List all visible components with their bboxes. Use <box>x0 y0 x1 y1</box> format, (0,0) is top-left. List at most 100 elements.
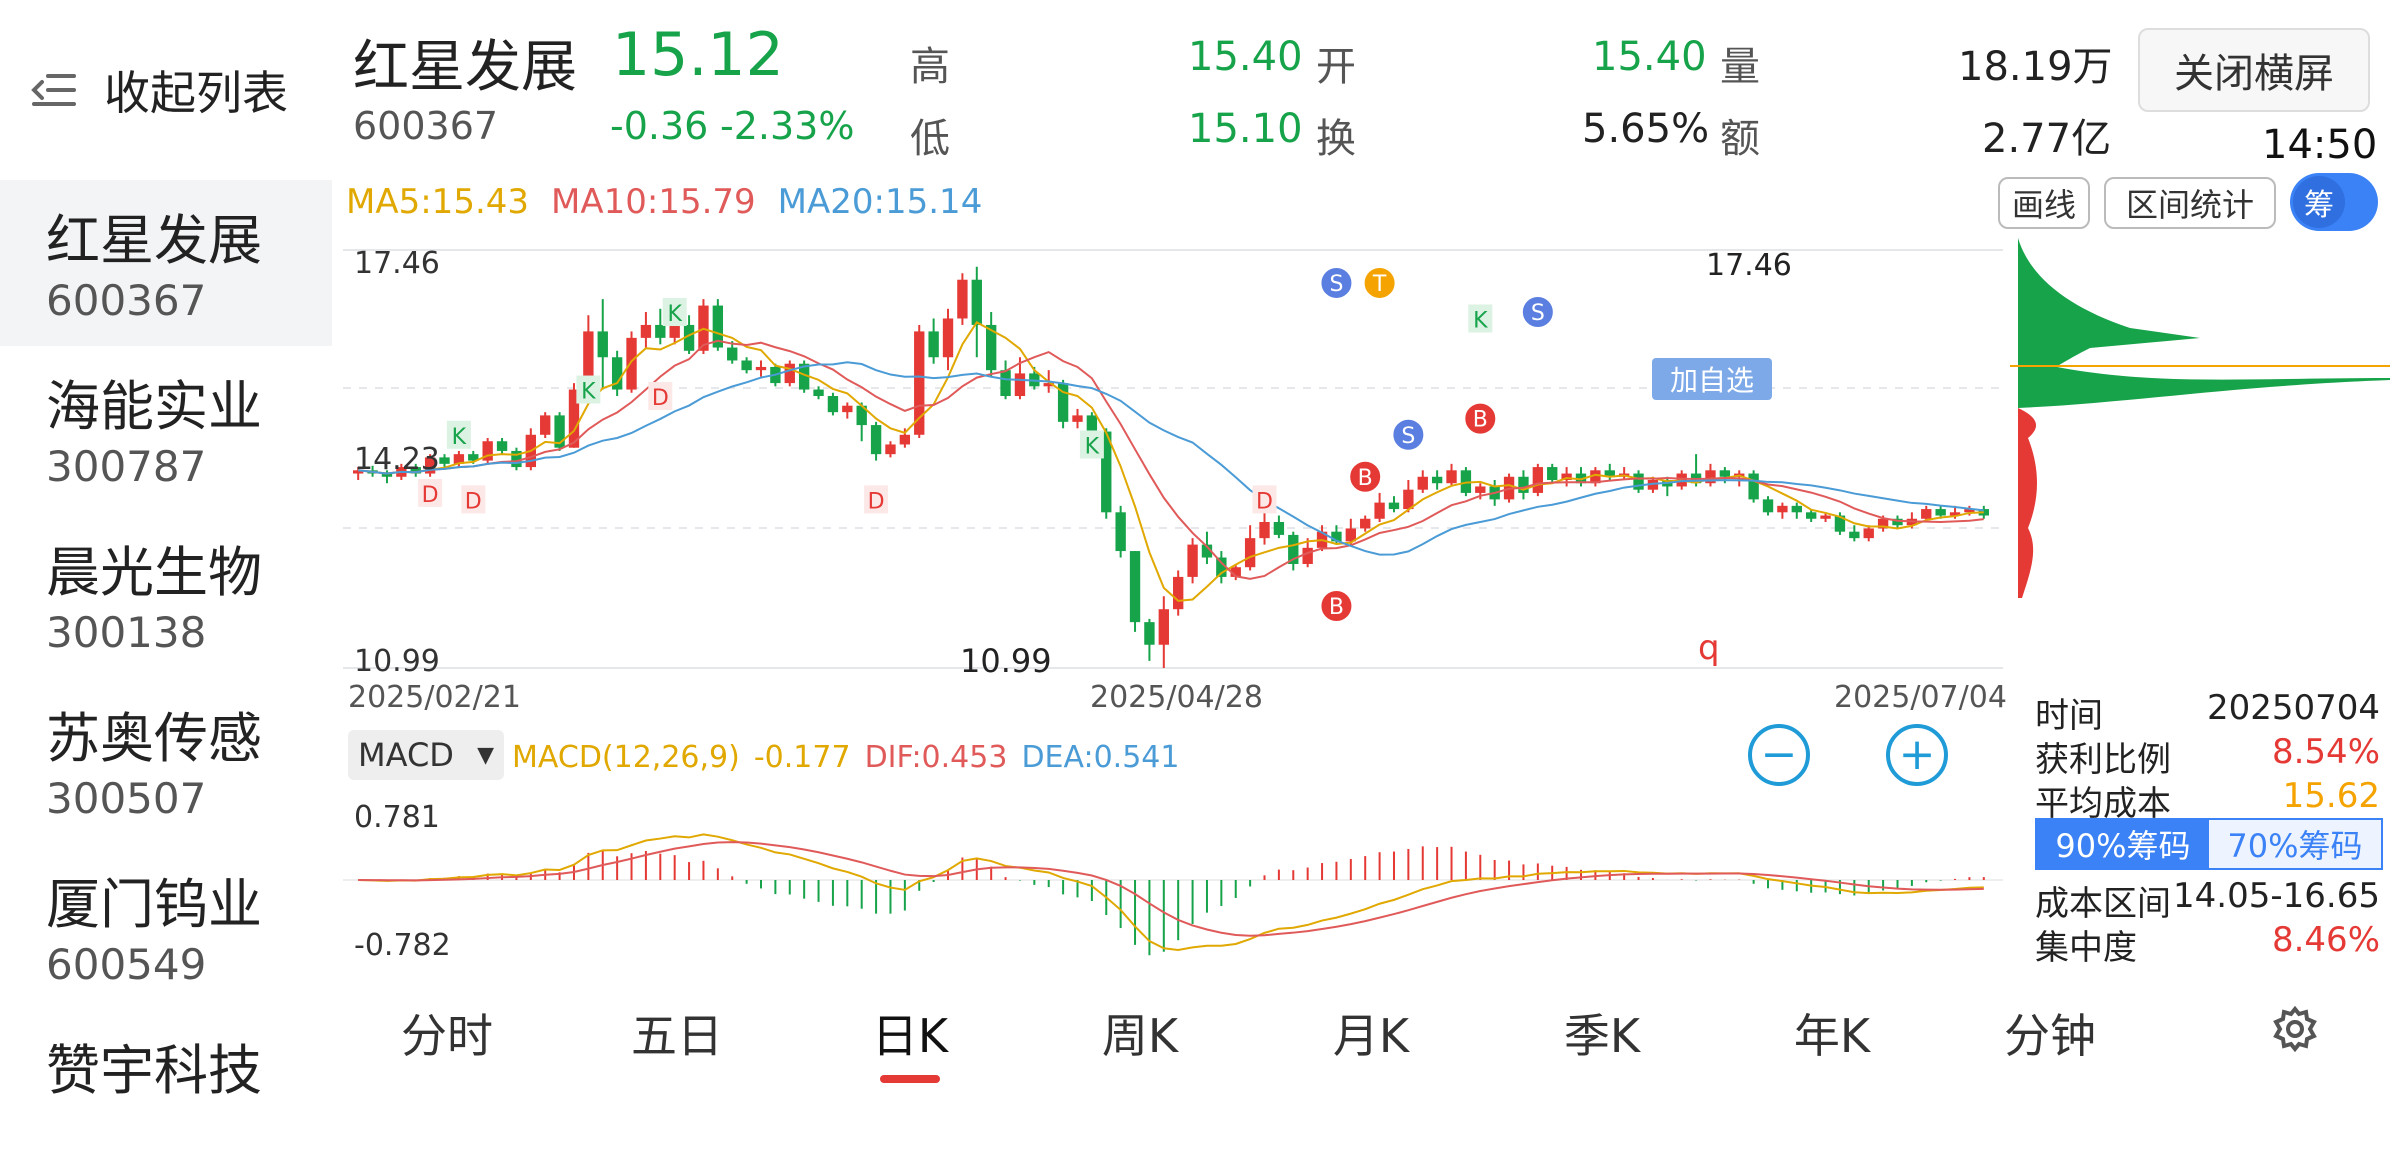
settings-gear-icon[interactable] <box>2272 1006 2318 1052</box>
chip-cost-range-label: 成本区间 <box>2035 884 2171 924</box>
signal-marker-label: D <box>868 489 885 514</box>
candle-body <box>1014 373 1026 397</box>
candle-body <box>1129 551 1141 623</box>
macd-legend: MACD(12,26,9) -0.177 DIF:0.453 DEA:0.541 <box>512 740 1179 775</box>
x-axis-date-end: 2025/07/04 <box>1834 680 2007 715</box>
stock-code: 600367 <box>353 104 499 148</box>
trade-marker-label: S <box>1531 301 1545 326</box>
tab-daily-k[interactable]: 日K <box>872 1000 948 1066</box>
y-axis-mid-label: 14.23 <box>354 442 440 477</box>
stock-code: 600549 <box>46 940 207 989</box>
trade-marker-label: B <box>1329 595 1344 620</box>
tab-quarterly-k[interactable]: 季K <box>1564 1000 1640 1066</box>
candle-body <box>870 425 882 455</box>
signal-marker-label: K <box>581 380 596 405</box>
stock-code: 600367 <box>46 276 207 325</box>
sidebar-stock-item[interactable]: 厦门钨业 600549 <box>0 844 332 1010</box>
y-axis-top-label: 17.46 <box>354 246 440 281</box>
chip-concentration-row: 集中度 8.46% <box>2035 920 2380 969</box>
stock-name: 红星发展 <box>46 209 262 272</box>
collapse-list-button[interactable]: 收起列表 <box>30 60 320 120</box>
indicator-select[interactable]: MACD ▼ <box>348 730 504 780</box>
volume-value: 18.19万 <box>1958 44 2113 90</box>
active-tab-indicator <box>880 1075 940 1083</box>
tab-five-day[interactable]: 五日 <box>631 1000 723 1066</box>
low-value: 15.10 <box>1188 106 1303 152</box>
candle-body <box>1777 505 1788 513</box>
candle-body <box>1547 467 1558 480</box>
chip-profit-area <box>2018 238 2390 408</box>
tab-minute[interactable]: 分钟 <box>2004 1000 2096 1066</box>
tab-monthly-k[interactable]: 月K <box>1333 1000 1409 1066</box>
candle-body <box>827 396 839 413</box>
macd-dif: DIF:0.453 <box>864 740 1008 775</box>
signal-marker-label: D <box>1256 489 1273 514</box>
candle-body <box>1115 512 1126 552</box>
stock-name: 苏奥传感 <box>46 707 262 770</box>
stock-code: 300507 <box>46 774 207 823</box>
turnover-value: 5.65% <box>1582 106 1710 152</box>
volume-label: 量 <box>1720 44 1760 90</box>
candle-body <box>928 331 939 358</box>
candle-body <box>899 434 911 445</box>
chip-time-label: 时间 <box>2035 696 2103 736</box>
ma10-value: MA10:15.79 <box>551 182 756 222</box>
sidebar-stock-item[interactable]: 赞宇科技 <box>0 1010 332 1176</box>
chip-profit-label: 获利比例 <box>2035 740 2171 780</box>
chip-concentration-label: 集中度 <box>2035 928 2137 968</box>
open-value: 15.40 <box>1592 34 1707 80</box>
sidebar-stock-item[interactable]: 红星发展 600367 <box>0 180 332 346</box>
ma5-value: MA5:15.43 <box>346 182 530 222</box>
open-label: 开 <box>1316 44 1356 90</box>
candle-body <box>784 363 795 384</box>
sidebar-stock-item[interactable]: 晨光生物 300138 <box>0 512 332 678</box>
y-axis-bottom-label: 10.99 <box>354 644 440 679</box>
tab-70-chips[interactable]: 70%筹码 <box>2209 820 2381 868</box>
chip-concentration-value: 8.46% <box>2271 920 2380 960</box>
candle-body <box>1187 544 1198 577</box>
candle-body <box>1820 515 1831 519</box>
candle-body <box>1446 470 1457 484</box>
draw-line-button[interactable]: 画线 <box>1998 177 2090 229</box>
macd-value: -0.177 <box>753 740 851 775</box>
candle-body <box>1388 502 1400 510</box>
signal-marker-label: D <box>652 386 669 411</box>
chip-distribution-chart <box>2010 238 2390 598</box>
signal-marker-label: K <box>452 425 467 450</box>
macd-chart[interactable] <box>343 790 2003 970</box>
kline-chart[interactable]: K D D K K D D K D K B B S T S B S <box>343 238 2003 678</box>
stock-name: 晨光生物 <box>46 541 262 604</box>
tab-yearly-k[interactable]: 年K <box>1794 1000 1870 1066</box>
zoom-in-icon[interactable]: + <box>1886 724 1948 786</box>
candle-body <box>755 366 767 371</box>
min-price-label: 10.99 <box>960 642 1052 680</box>
candle-body <box>1072 415 1083 422</box>
candle-body <box>1000 370 1011 397</box>
price-change-pct: -2.33% <box>720 104 855 148</box>
stock-list-sidebar: 收起列表 红星发展 600367 海能实业 300787 晨光生物 300138… <box>0 0 332 1102</box>
add-watchlist-button[interactable]: 加自选 <box>1652 358 1772 400</box>
candle-body <box>1302 547 1313 564</box>
candle-body <box>1431 476 1443 484</box>
stock-code: 300787 <box>46 442 207 491</box>
low-label: 低 <box>910 116 950 162</box>
tab-weekly-k[interactable]: 周K <box>1102 1000 1178 1066</box>
candle-body <box>971 279 982 325</box>
candle-body <box>1748 473 1759 500</box>
turnover-label: 换 <box>1316 116 1356 162</box>
close-landscape-button[interactable]: 关闭横屏 <box>2138 28 2370 112</box>
tab-intraday[interactable]: 分时 <box>401 1000 493 1066</box>
macd-y-top-label: 0.781 <box>354 800 440 835</box>
tab-90-chips[interactable]: 90%筹码 <box>2037 820 2209 868</box>
zoom-out-icon[interactable]: − <box>1748 724 1810 786</box>
chevron-down-icon: ▼ <box>477 742 494 768</box>
range-stats-button[interactable]: 区间统计 <box>2104 177 2276 229</box>
indicator-select-label: MACD <box>358 736 454 774</box>
chip-profit-row: 获利比例 8.54% <box>2035 732 2380 781</box>
trade-marker-label: B <box>1358 466 1373 491</box>
candle-body <box>597 331 608 358</box>
signal-marker-label: D <box>422 483 439 508</box>
sidebar-stock-item[interactable]: 苏奥传感 300507 <box>0 678 332 844</box>
candle-body <box>1144 622 1155 645</box>
sidebar-stock-item[interactable]: 海能实业 300787 <box>0 346 332 512</box>
